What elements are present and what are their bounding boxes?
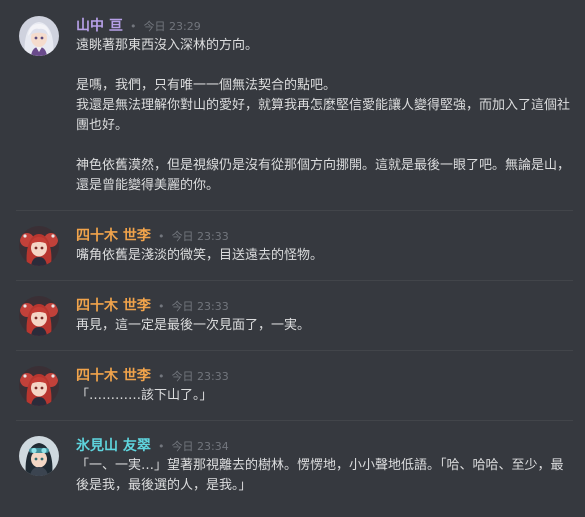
message-divider (16, 350, 573, 351)
red-twin-tail-avatar-icon (19, 366, 59, 406)
message-timestamp: 今日 23:34 (171, 440, 229, 453)
message-timestamp: 今日 23:33 (171, 300, 229, 313)
message-timestamp: 今日 23:33 (171, 230, 229, 243)
red-twin-tail-avatar-icon (19, 296, 59, 336)
avatar[interactable] (19, 436, 59, 476)
message-divider (16, 210, 573, 211)
author-name[interactable]: 四十木 世李 (76, 228, 151, 244)
red-twin-tail-avatar-icon (19, 226, 59, 266)
message-line: 嘴角依舊是淺淡的微笑，目送遠去的怪物。 (76, 248, 324, 263)
author-name[interactable]: 山中 亘 (76, 18, 123, 34)
message-line: 「…………該下山了。」 (76, 388, 213, 403)
message: 氷見山 友翠 • 今日 23:34 「一、一実…」望著那視離去的樹林。愣愣地，小… (0, 434, 585, 496)
message-line: 再見，這一定是最後一次見面了，一実。 (76, 318, 311, 333)
message-separator: • (157, 230, 165, 243)
message: 四十木 世李 • 今日 23:33 再見，這一定是最後一次見面了，一実。 (0, 294, 585, 336)
avatar[interactable] (19, 226, 59, 266)
message-line-blank (76, 56, 573, 76)
avatar[interactable] (19, 16, 59, 56)
message-separator: • (157, 440, 165, 453)
message-separator: • (157, 370, 165, 383)
message: 四十木 世李 • 今日 23:33 「…………該下山了。」 (0, 364, 585, 406)
message-line: 是嗎，我們，只有唯一一個無法契合的點吧。 (76, 78, 337, 93)
silver-hair-avatar-icon (19, 16, 59, 56)
message-separator: • (129, 20, 137, 33)
author-name[interactable]: 四十木 世李 (76, 298, 151, 314)
author-name[interactable]: 四十木 世李 (76, 368, 151, 384)
message-line-blank (76, 136, 573, 156)
message-timestamp: 今日 23:29 (143, 20, 201, 33)
avatar[interactable] (19, 366, 59, 406)
message-divider (16, 420, 573, 421)
message-timestamp: 今日 23:33 (171, 370, 229, 383)
message-line: 我還是無法理解你對山的愛好，就算我再怎麼堅信愛能讓人變得堅強，而加入了這個社團也… (76, 98, 571, 133)
message: 四十木 世李 • 今日 23:33 嘴角依舊是淺淡的微笑，目送遠去的怪物。 (0, 224, 585, 266)
dark-hair-goggles-avatar-icon (19, 436, 59, 476)
message-divider (16, 280, 573, 281)
author-name[interactable]: 氷見山 友翠 (76, 438, 151, 454)
message-line: 遠眺著那東西沒入深林的方向。 (76, 38, 259, 53)
message-line: 「一、一実…」望著那視離去的樹林。愣愣地，小小聲地低語。「哈、哈哈、至少，最後是… (76, 458, 564, 493)
message-separator: • (157, 300, 165, 313)
chat-log: 山中 亘 • 今日 23:29 遠眺著那東西沒入深林的方向。 是嗎，我們，只有唯… (0, 0, 585, 517)
message-line: 神色依舊漠然，但是視線仍是沒有從那個方向挪開。這就是最後一眼了吧。無論是山，還是… (76, 158, 571, 193)
avatar[interactable] (19, 296, 59, 336)
message: 山中 亘 • 今日 23:29 遠眺著那東西沒入深林的方向。 是嗎，我們，只有唯… (0, 14, 585, 196)
